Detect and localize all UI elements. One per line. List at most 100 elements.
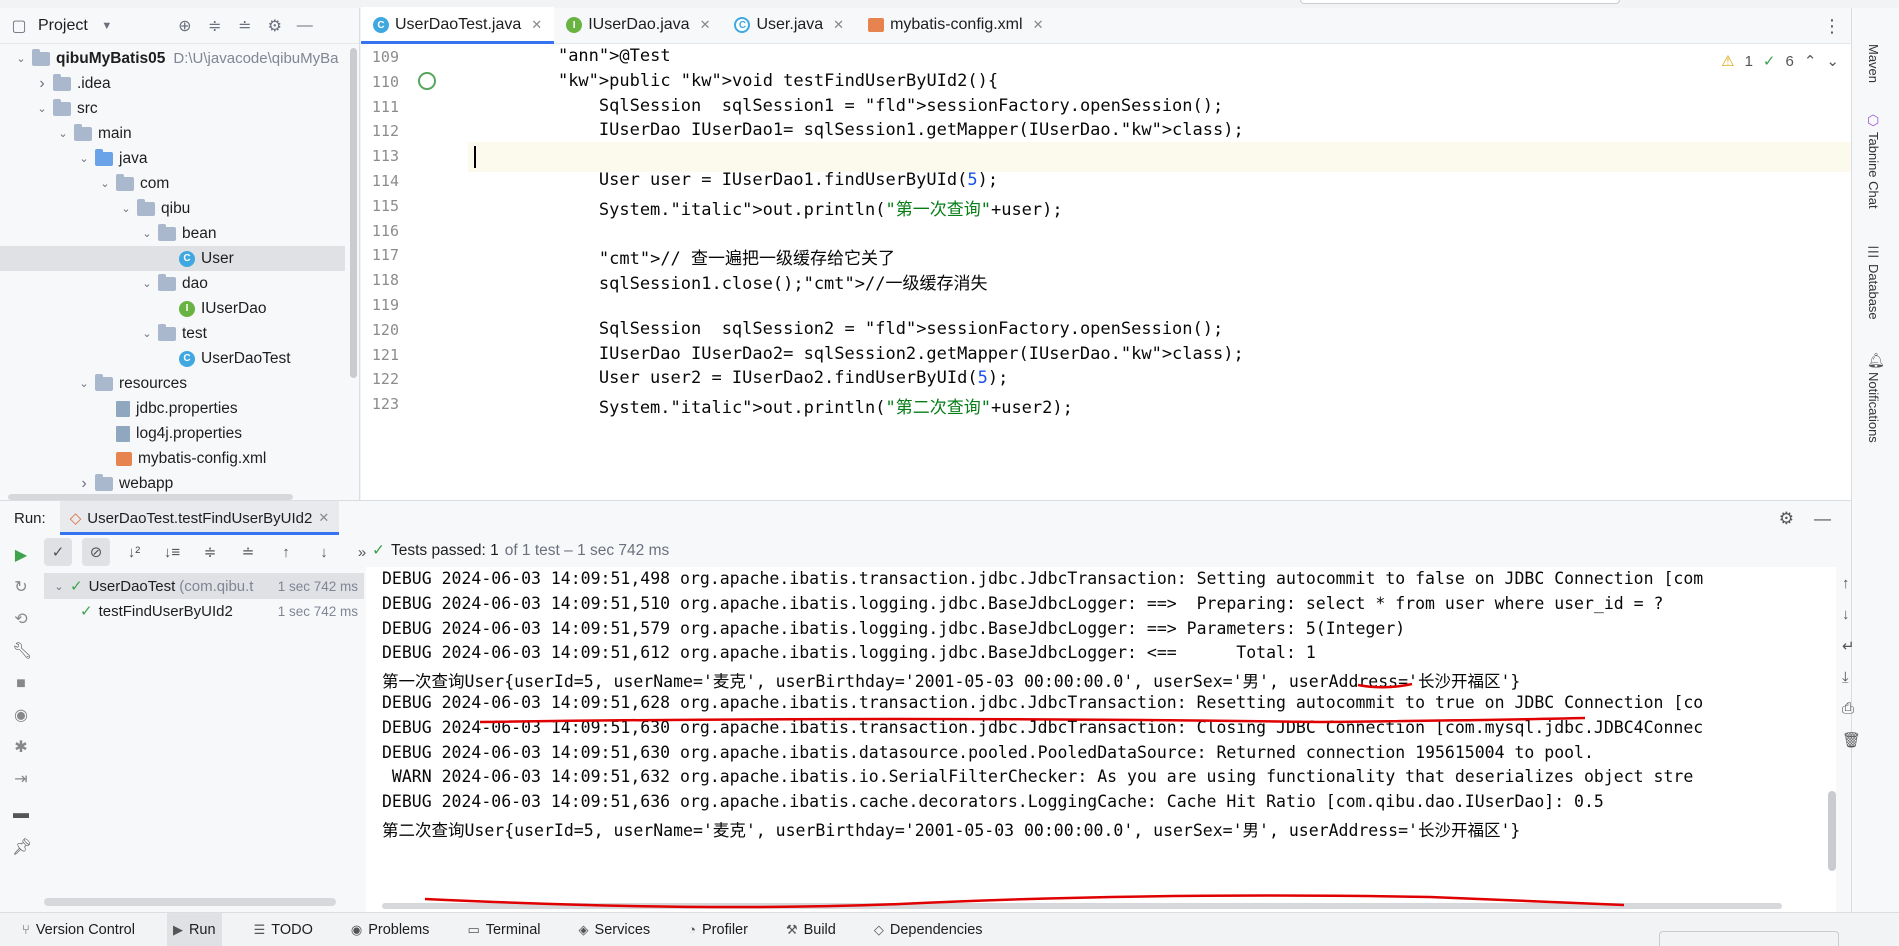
close-tab-icon[interactable]: ✕ [700,17,711,33]
tree-item[interactable]: ⌄ com [0,171,345,196]
run-test-gutter-icon[interactable] [418,72,436,90]
minimize-icon[interactable]: — [294,15,316,37]
more-tabs-icon[interactable]: ⋮ [1823,16,1841,37]
chevron-down-icon[interactable]: ⌄ [98,177,112,190]
tree-item[interactable]: log4j.properties [0,421,345,446]
database-tool[interactable]: Database [1866,264,1881,320]
chevron-down-icon[interactable]: ⌄ [52,580,66,593]
editor-tab[interactable]: I IUserDao.java ✕ [554,7,722,43]
chevron-down-icon[interactable]: ⌄ [140,227,154,240]
tree-item[interactable]: C UserDaoTest [0,346,345,371]
tool-window-button[interactable]: ◔ Profiler [682,913,754,946]
chevron-down-icon[interactable]: ⌄ [14,52,28,65]
show-passed-icon[interactable]: ✓ [44,538,72,566]
chevron-down-icon[interactable]: ⌄ [140,327,154,340]
close-tab-icon[interactable]: ✕ [1033,17,1044,33]
chevron-up-icon[interactable]: ⌃ [1804,52,1817,70]
sort-duration-icon[interactable]: ↓≡ [158,538,186,566]
tool-window-button[interactable]: ⚒ Build [780,913,842,946]
locate-icon[interactable]: ⊕ [174,15,196,37]
layout-icon[interactable]: ▬ [12,805,30,823]
collapse-all-icon[interactable]: ≐ [234,538,262,566]
tree-item[interactable]: › .idea [0,71,345,96]
status-widget[interactable] [1659,931,1839,946]
chevron-down-icon[interactable]: ⌄ [77,377,91,390]
camera-icon[interactable]: ◉ [12,707,30,725]
chevron-down-icon[interactable]: ⌄ [1826,52,1839,70]
scroll-to-end-icon[interactable]: ⤓ [1842,669,1861,686]
tool-window-button[interactable]: ◉ Problems [345,913,436,946]
print-icon[interactable]: ⎙ [1842,700,1861,717]
show-ignored-icon[interactable]: ⊘ [82,538,110,566]
soft-wrap-icon[interactable]: ↵ [1842,637,1861,655]
rerun-icon[interactable]: ▶ [12,547,30,565]
arrow-down-icon[interactable]: ↓ [310,538,338,566]
trash-icon[interactable]: 🗑︎ [1842,731,1861,749]
tree-item[interactable]: mybatis-config.xml [0,446,345,471]
gear-icon[interactable]: ⚙ [264,15,286,37]
tree-item[interactable]: ⌄ test [0,321,345,346]
inspection-markers[interactable]: ⚠ 1 ✓ 6 ⌃ ⌄ [1721,52,1839,71]
tool-window-button[interactable]: ◇ Dependencies [868,913,989,946]
search-field-edge[interactable] [1300,0,1620,4]
tree-item[interactable]: ⌄ qibuMyBatis05 D:\U\javacode\qibuMyBa [0,46,345,71]
chevron-down-icon[interactable]: ⌄ [56,127,70,140]
tree-item[interactable]: jdbc.properties [0,396,345,421]
test-node[interactable]: ✓ testFindUserByUId2 1 sec 742 ms [44,598,364,624]
tree-item[interactable]: ⌄ bean [0,221,345,246]
settings-icon[interactable]: ✱ [12,739,30,757]
tree-item[interactable]: ⌄ main [0,121,345,146]
chevron-right-icon[interactable]: › [35,75,49,93]
tree-item[interactable]: C User [0,246,345,271]
chevron-down-icon[interactable]: ⌄ [119,202,133,215]
wrench-icon[interactable]: 🔧︎ [12,643,32,661]
chevron-down-icon[interactable]: ▼ [96,15,118,37]
console-scrollbar[interactable] [1828,791,1836,871]
tree-item[interactable]: ⌄ resources [0,371,345,396]
tool-window-button[interactable]: ◈ Services [573,913,657,946]
maven-tool[interactable]: Maven [1866,44,1881,83]
close-icon[interactable]: ✕ [318,510,329,526]
tree-item[interactable]: › webapp [0,471,345,496]
console-horizontal-scrollbar[interactable] [382,903,1782,909]
chevron-down-icon[interactable]: ⌄ [77,152,91,165]
editor-tab[interactable]: mybatis-config.xml ✕ [856,7,1055,43]
toggle-auto-test-icon[interactable]: ⟲ [12,611,30,629]
close-tab-icon[interactable]: ✕ [833,17,844,33]
chevron-down-icon[interactable]: ⌄ [35,102,49,115]
console-output[interactable]: DEBUG 2024-06-03 14:09:51,498 org.apache… [366,567,1836,913]
pin-icon[interactable]: 📌︎ [12,839,32,857]
tabnine-chat-tool[interactable]: Tabnine Chat [1866,132,1881,209]
arrow-up-icon[interactable]: ↑ [272,538,300,566]
tree-scrollbar[interactable] [350,48,357,378]
exit-icon[interactable]: ⇥ [12,771,30,789]
rerun-failed-icon[interactable]: ↻ [12,579,30,597]
tree-item[interactable]: ⌄ dao [0,271,345,296]
run-config-tab[interactable]: ◇ UserDaoTest.testFindUserByUId2 ✕ [59,501,340,535]
test-tree-scrollbar[interactable] [44,898,336,906]
stop-icon[interactable]: ■ [12,675,30,693]
chevron-right-icon[interactable]: › [77,475,91,493]
arrow-down-icon[interactable]: ↓ [1842,606,1861,623]
tool-window-button[interactable]: ☰ TODO [248,913,319,946]
tool-window-button[interactable]: ▶ Run [166,912,222,946]
tree-item[interactable]: I IUserDao [0,296,345,321]
editor-tab[interactable]: C User.java ✕ [722,7,856,43]
minimize-icon[interactable]: — [1814,509,1831,529]
project-title[interactable]: Project [38,17,88,35]
expand-all-icon[interactable]: ≑ [204,15,226,37]
chevron-down-icon[interactable]: ⌄ [140,277,154,290]
tool-window-button[interactable]: ⑂ Version Control [16,913,141,946]
collapse-all-icon[interactable]: ≐ [234,15,256,37]
tree-item[interactable]: ⌄ qibu [0,196,345,221]
close-tab-icon[interactable]: ✕ [531,17,542,33]
tool-window-button[interactable]: ▭ Terminal [461,913,546,946]
expand-all-icon[interactable]: ≑ [196,538,224,566]
arrow-up-icon[interactable]: ↑ [1842,575,1861,592]
notifications-tool[interactable]: Notifications [1866,372,1881,443]
tree-item[interactable]: ⌄ src [0,96,345,121]
gear-icon[interactable]: ⚙ [1779,509,1794,529]
tree-item[interactable]: ⌄ java [0,146,345,171]
sort-alpha-icon[interactable]: ↓² [120,538,148,566]
editor-tab[interactable]: C UserDaoTest.java ✕ [361,7,555,44]
